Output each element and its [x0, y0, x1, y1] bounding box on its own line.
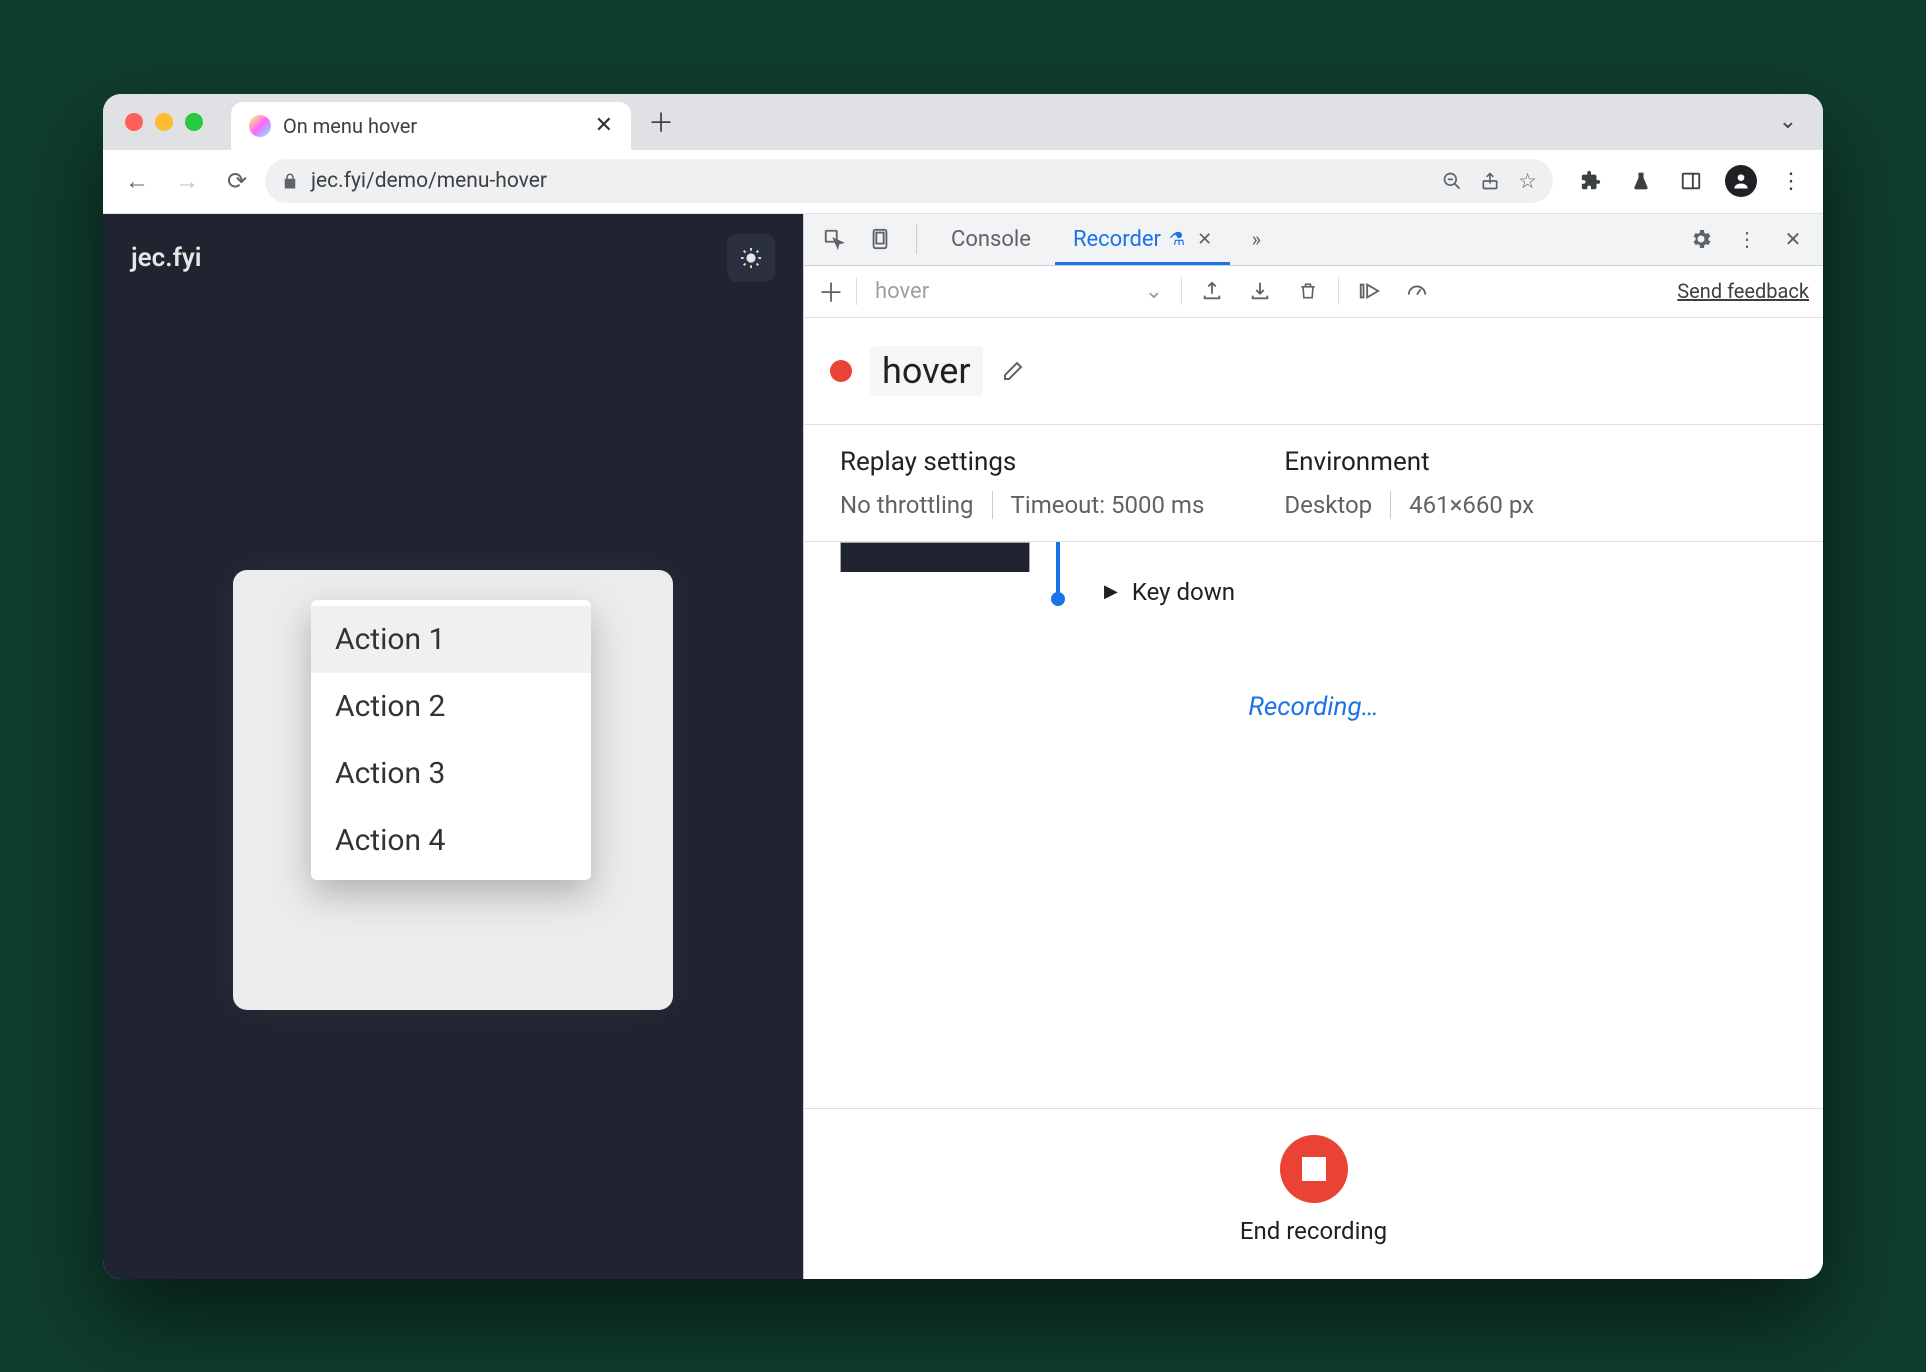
- device-toolbar-icon[interactable]: [860, 219, 900, 259]
- browser-window: On menu hover ✕ ＋ ⌄ ← → ⟳ jec.fyi/demo/m…: [103, 94, 1823, 1279]
- recording-title-row: hover: [804, 318, 1823, 424]
- tab-recorder[interactable]: Recorder ⚗ ✕: [1055, 214, 1230, 266]
- new-recording-button[interactable]: ＋: [818, 273, 844, 310]
- replay-icon[interactable]: [1351, 273, 1387, 309]
- omnibox[interactable]: jec.fyi/demo/menu-hover ☆: [265, 159, 1553, 203]
- expand-step-icon[interactable]: ▶: [1104, 581, 1118, 602]
- site-brand: jec.fyi: [131, 243, 201, 273]
- address-bar: ← → ⟳ jec.fyi/demo/menu-hover ☆ ⋮: [103, 150, 1823, 214]
- labs-icon[interactable]: [1621, 161, 1661, 201]
- window-controls: [125, 113, 203, 131]
- forward-button[interactable]: →: [165, 159, 209, 203]
- tab-console[interactable]: Console: [933, 214, 1049, 266]
- tab-title: On menu hover: [283, 114, 583, 138]
- back-button[interactable]: ←: [115, 159, 159, 203]
- menu-item-2[interactable]: Action 2: [311, 673, 591, 740]
- step-timeline: [1056, 542, 1060, 598]
- theme-toggle-button[interactable]: [727, 234, 775, 282]
- share-icon[interactable]: [1480, 171, 1500, 191]
- reload-button[interactable]: ⟳: [215, 159, 259, 203]
- demo-card[interactable]: Hover me! Action 1 Action 2 Action 3 Act…: [233, 570, 673, 1010]
- delete-icon[interactable]: [1290, 273, 1326, 309]
- devtools-tabstrip: Console Recorder ⚗ ✕ » ⋮ ✕: [804, 214, 1823, 266]
- export-icon[interactable]: [1194, 273, 1230, 309]
- close-devtools-button[interactable]: ✕: [1773, 219, 1813, 259]
- inspect-element-icon[interactable]: [814, 219, 854, 259]
- devtools-menu-button[interactable]: ⋮: [1727, 219, 1767, 259]
- step-label: Key down: [1132, 578, 1235, 606]
- recording-indicator-icon: [830, 360, 852, 382]
- timeout-value[interactable]: Timeout: 5000 ms: [1011, 491, 1205, 519]
- close-window-button[interactable]: [125, 113, 143, 131]
- recording-title: hover: [870, 346, 983, 396]
- browser-tab[interactable]: On menu hover ✕: [231, 102, 631, 150]
- end-recording-label: End recording: [1240, 1217, 1387, 1245]
- close-tab-button[interactable]: ✕: [595, 113, 613, 138]
- step-screenshot-thumb: [840, 542, 1030, 572]
- device-value[interactable]: Desktop: [1284, 491, 1372, 519]
- browser-menu-button[interactable]: ⋮: [1771, 161, 1811, 201]
- menu-item-1[interactable]: Action 1: [311, 606, 591, 673]
- new-tab-button[interactable]: ＋: [641, 102, 681, 142]
- url-text: jec.fyi/demo/menu-hover: [311, 169, 1430, 193]
- end-recording-section: End recording: [804, 1108, 1823, 1279]
- environment-col: Environment Desktop 461×660 px: [1284, 447, 1534, 519]
- chevron-down-icon: ⌄: [1145, 279, 1163, 304]
- recording-status: Recording…: [804, 692, 1823, 722]
- menu-item-3[interactable]: Action 3: [311, 740, 591, 807]
- devtools-panel: Console Recorder ⚗ ✕ » ⋮ ✕ ＋ hover ⌄: [803, 214, 1823, 1279]
- replay-settings-col: Replay settings No throttling Timeout: 5…: [840, 447, 1204, 519]
- titlebar: On menu hover ✕ ＋ ⌄: [103, 94, 1823, 150]
- recording-select[interactable]: hover ⌄: [869, 273, 1169, 309]
- viewport-value[interactable]: 461×660 px: [1409, 491, 1534, 519]
- throttling-value[interactable]: No throttling: [840, 491, 974, 519]
- recording-settings: Replay settings No throttling Timeout: 5…: [804, 424, 1823, 542]
- zoom-out-icon[interactable]: [1442, 171, 1462, 191]
- more-tabs-button[interactable]: »: [1236, 219, 1276, 259]
- edit-title-button[interactable]: [1001, 359, 1025, 383]
- maximize-window-button[interactable]: [185, 113, 203, 131]
- minimize-window-button[interactable]: [155, 113, 173, 131]
- page-viewport: jec.fyi Hover me! Action 1 Action 2 Acti…: [103, 214, 803, 1279]
- tab-favicon: [249, 115, 271, 137]
- replay-settings-heading: Replay settings: [840, 447, 1204, 477]
- environment-heading: Environment: [1284, 447, 1534, 477]
- extensions-icon[interactable]: [1571, 161, 1611, 201]
- lock-icon: [281, 172, 299, 190]
- menu-item-4[interactable]: Action 4: [311, 807, 591, 874]
- side-panel-icon[interactable]: [1671, 161, 1711, 201]
- import-icon[interactable]: [1242, 273, 1278, 309]
- performance-icon[interactable]: [1399, 273, 1435, 309]
- experiment-icon: ⚗: [1169, 229, 1185, 250]
- recording-steps: ▶ Key down Recording…: [804, 542, 1823, 1108]
- send-feedback-link[interactable]: Send feedback: [1677, 279, 1809, 303]
- hover-menu: Action 1 Action 2 Action 3 Action 4: [311, 600, 591, 880]
- close-panel-tab-button[interactable]: ✕: [1197, 229, 1212, 250]
- step-row[interactable]: ▶ Key down: [1104, 578, 1235, 606]
- tabs-dropdown-button[interactable]: ⌄: [1779, 109, 1797, 134]
- end-recording-button[interactable]: [1280, 1135, 1348, 1203]
- profile-avatar[interactable]: [1721, 161, 1761, 201]
- star-icon[interactable]: ☆: [1518, 169, 1537, 194]
- recorder-toolbar: ＋ hover ⌄ Send feedback: [804, 266, 1823, 318]
- settings-icon[interactable]: [1681, 219, 1721, 259]
